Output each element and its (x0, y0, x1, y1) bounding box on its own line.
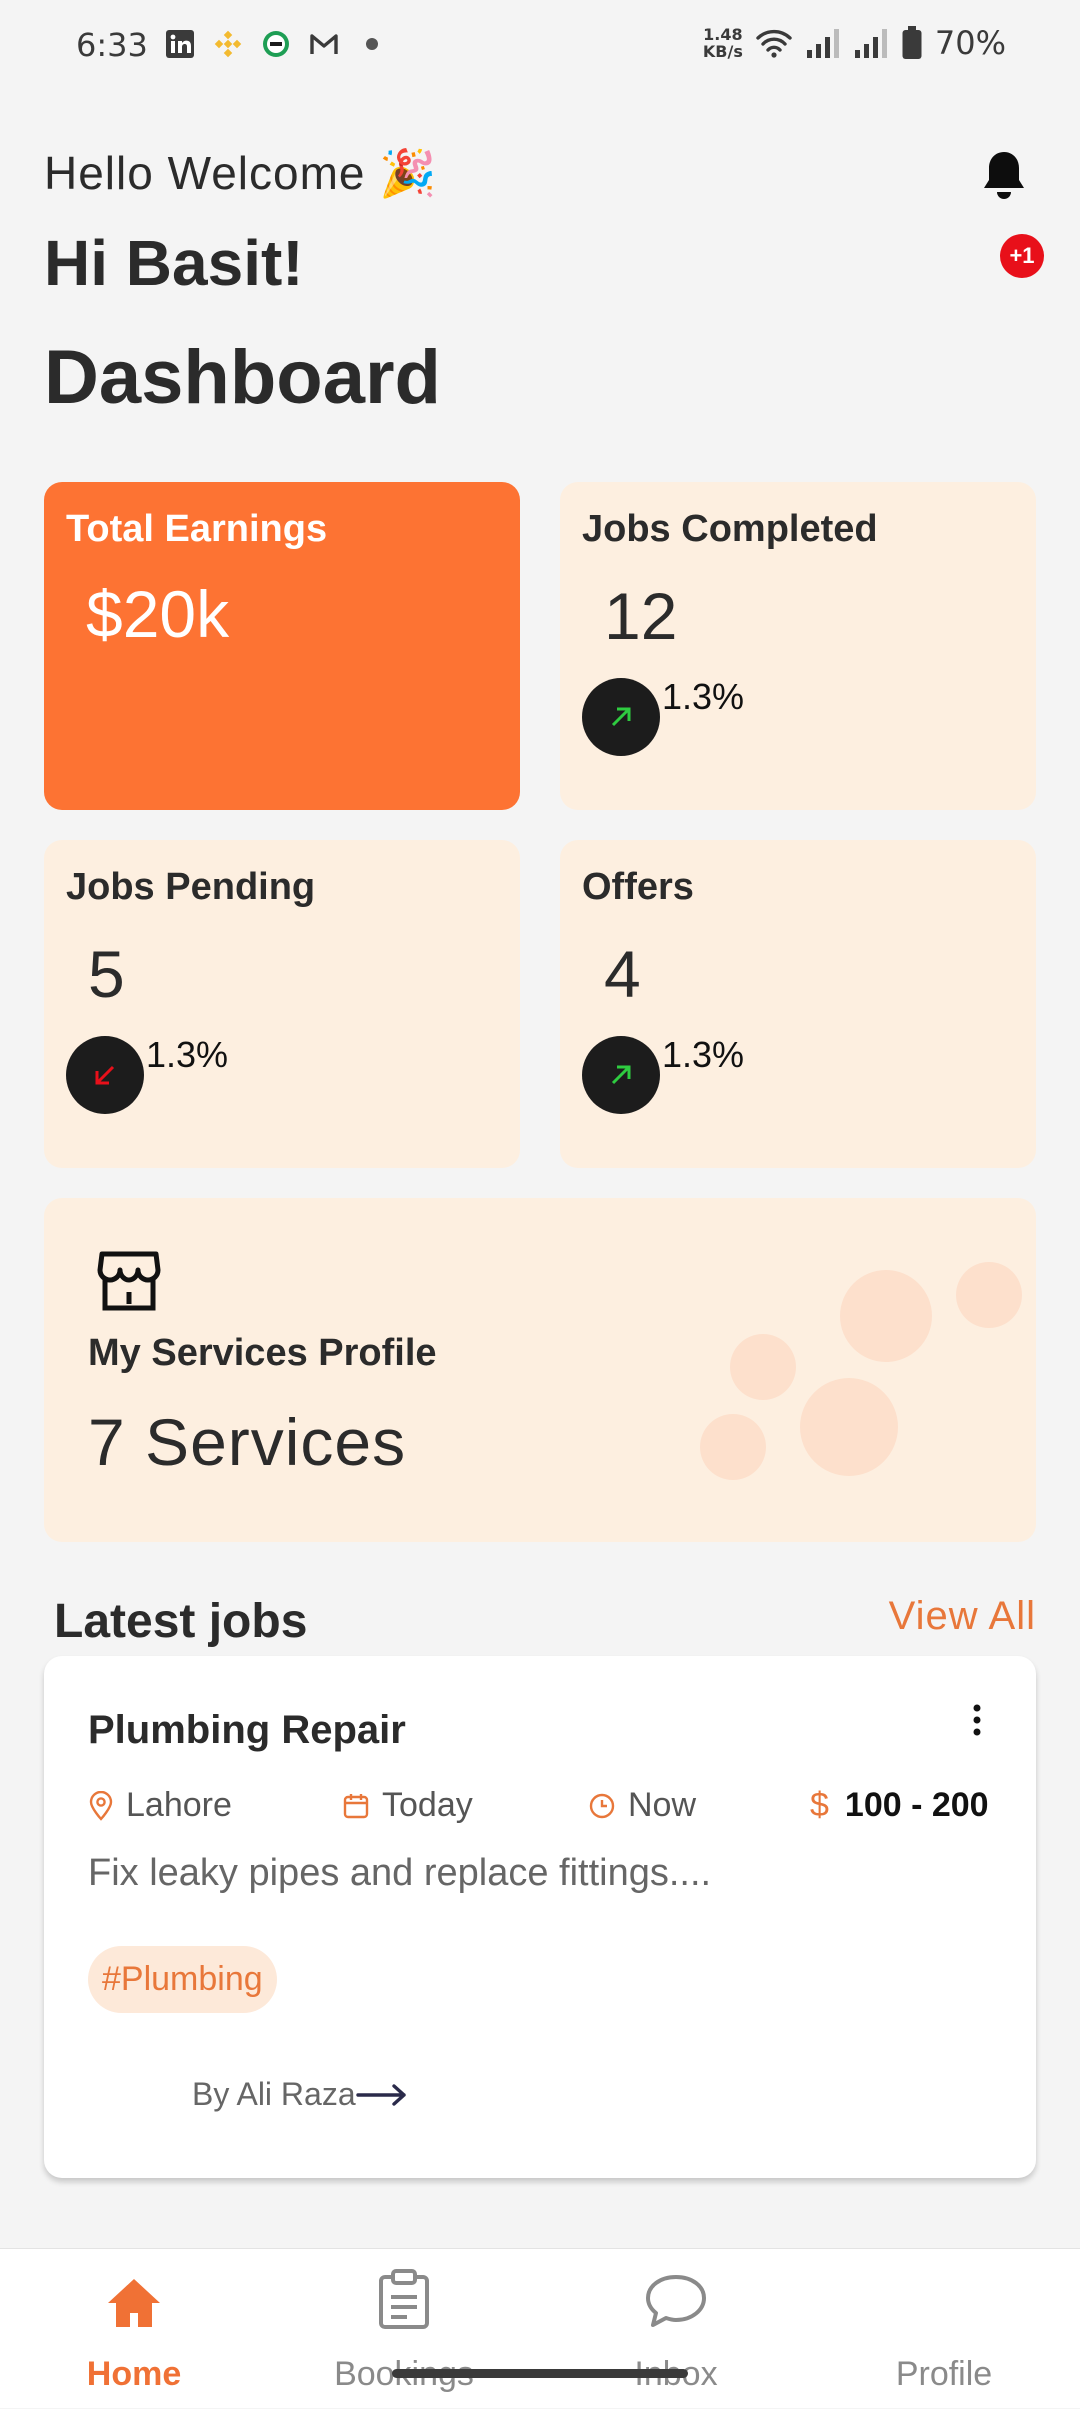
gmail-icon (310, 34, 338, 54)
notification-dot-icon (366, 38, 378, 50)
view-all-link[interactable]: View All (889, 1594, 1036, 1639)
battery-percent: 70% (934, 24, 1006, 62)
nav-profile[interactable]: Profile (844, 2249, 1044, 2409)
decor-bubble (800, 1378, 898, 1476)
jobs-pending-card[interactable]: Jobs Pending 5 1.3% (44, 840, 520, 1168)
latest-jobs-heading: Latest jobs (54, 1595, 308, 1648)
signal-1-icon (806, 29, 839, 58)
nav-home[interactable]: Home (34, 2249, 234, 2409)
job-location-text: Lahore (126, 1786, 232, 1824)
job-author-text: By Ali Raza (192, 2076, 356, 2112)
jobs-pending-trend: 1.3% (66, 1034, 229, 1114)
job-time-text: Now (628, 1786, 697, 1824)
network-speed-value: 1.48 (703, 25, 743, 44)
bottom-nav: Home Bookings Inbox Profile (0, 2248, 1080, 2408)
status-time: 6:33 (76, 26, 148, 64)
jobs-completed-trend: 1.3% (582, 676, 745, 756)
job-location: Lahore (88, 1786, 232, 1825)
decor-bubble (700, 1414, 766, 1480)
network-speed-unit: KB/s (702, 42, 743, 61)
network-speed: 1.48 KB/s (703, 26, 743, 60)
jobs-pending-change: 1.3% (146, 1034, 229, 1075)
jobs-completed-label: Jobs Completed (582, 508, 878, 550)
jobs-pending-label: Jobs Pending (66, 866, 316, 908)
arrow-right-icon (355, 2083, 406, 2106)
total-earnings-label: Total Earnings (66, 508, 328, 550)
app-e-icon (263, 31, 289, 57)
more-options-icon[interactable] (970, 1702, 984, 1738)
job-description: Fix leaky pipes and replace fittings.... (88, 1852, 712, 1894)
decor-bubble (956, 1262, 1022, 1328)
jobs-completed-change: 1.3% (662, 676, 745, 717)
home-icon (108, 2279, 160, 2327)
offers-label: Offers (582, 866, 694, 908)
offers-trend: 1.3% (582, 1034, 745, 1114)
job-tag[interactable]: #Plumbing (88, 1946, 277, 2013)
dollar-icon: $ (810, 1786, 829, 1824)
services-count: 7 Services (88, 1405, 407, 1479)
status-bar: 6:33 1.48 KB/s 70% (0, 0, 1080, 90)
clock-icon (589, 1793, 615, 1818)
decor-bubble (840, 1270, 932, 1362)
job-author[interactable]: By Ali Raza (192, 2076, 408, 2113)
signal-2-icon (854, 29, 887, 58)
store-icon (97, 1251, 161, 1311)
calendar-icon (343, 1793, 369, 1818)
total-earnings-card[interactable]: Total Earnings $20k (44, 482, 520, 810)
job-price-text: 100 - 200 (844, 1786, 989, 1824)
services-profile-label: My Services Profile (88, 1332, 437, 1374)
job-card[interactable]: Plumbing Repair Lahore Today Now $ 100 -… (44, 1656, 1036, 2178)
notification-badge[interactable]: +1 (1000, 234, 1044, 278)
linkedin-icon (166, 30, 194, 58)
job-price: $ 100 - 200 (810, 1786, 989, 1825)
nav-inbox[interactable]: Inbox (576, 2249, 776, 2409)
offers-value: 4 (604, 937, 641, 1011)
jobs-completed-value: 12 (604, 579, 678, 653)
chat-bubble-icon (646, 2275, 706, 2327)
gesture-bar[interactable] (392, 2369, 688, 2378)
location-pin-icon (89, 1790, 113, 1821)
job-time: Now (588, 1786, 696, 1825)
job-title: Plumbing Repair (88, 1708, 406, 1752)
trend-down-icon (66, 1036, 144, 1114)
clipboard-icon (379, 2269, 429, 2329)
trend-up-icon (582, 678, 660, 756)
decor-bubble (730, 1334, 796, 1400)
total-earnings-value: $20k (86, 577, 230, 651)
binance-icon (214, 30, 242, 58)
job-date: Today (342, 1786, 473, 1825)
jobs-completed-card[interactable]: Jobs Completed 12 1.3% (560, 482, 1036, 810)
user-greeting: Hi Basit! (44, 227, 304, 299)
nav-home-label: Home (86, 2355, 182, 2393)
wifi-icon (756, 29, 792, 58)
battery-icon (902, 26, 922, 59)
trend-up-icon (582, 1036, 660, 1114)
nav-bookings[interactable]: Bookings (304, 2249, 504, 2409)
services-profile-card[interactable]: My Services Profile 7 Services (44, 1198, 1036, 1542)
bell-icon[interactable] (974, 146, 1034, 206)
offers-card[interactable]: Offers 4 1.3% (560, 840, 1036, 1168)
nav-profile-label: Profile (895, 2355, 993, 2393)
status-right: 1.48 KB/s 70% (703, 24, 1006, 62)
greeting: Hello Welcome 🎉 (44, 147, 438, 199)
job-date-text: Today (382, 1786, 473, 1824)
page-title: Dashboard (44, 335, 441, 420)
offers-change: 1.3% (662, 1034, 745, 1075)
jobs-pending-value: 5 (88, 937, 125, 1011)
